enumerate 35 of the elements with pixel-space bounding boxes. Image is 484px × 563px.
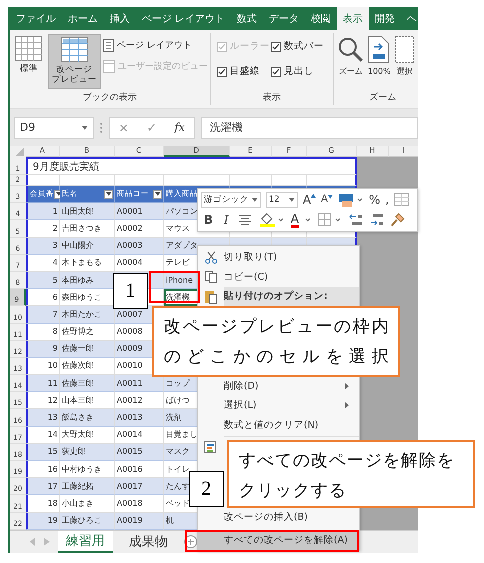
callout-text: 改ページプレビューの枠内のどこかのセルを選択 [152, 306, 400, 377]
group-label: ズーム [370, 92, 396, 105]
table-cell: 5 [26, 272, 60, 290]
table-cell: 工藤ひろこ [60, 512, 115, 530]
table-cell: 15 [26, 444, 60, 461]
table-cell: A0015 [115, 444, 164, 461]
table-cell: 17 [26, 478, 60, 496]
table-cell: A0019 [115, 512, 164, 530]
table-cell: 7 [26, 306, 60, 324]
table-cell: 飯島さき [60, 409, 115, 427]
table-cell: 19 [26, 512, 60, 530]
group-label: 表示 [263, 92, 281, 105]
table-cell: A0011 [115, 375, 164, 392]
callout-text: すべての改ページを解除をクリックする [227, 440, 475, 508]
table-cell: 佐藤三郎 [60, 375, 115, 392]
table-cell: 3 [26, 238, 60, 255]
sheet-title: 9月度販売実績 [26, 157, 357, 175]
table-cell: 木田たかこ [60, 306, 115, 324]
table-cell: 工藤紀拓 [60, 478, 115, 496]
table-cell: A0017 [115, 478, 164, 496]
group-label: ブックの表示 [83, 92, 137, 105]
table-cell: 1 [26, 203, 60, 220]
table-cell: 山田太郎 [60, 203, 115, 220]
table-cell: 佐藤一郎 [60, 340, 115, 358]
step-number: 1 [113, 273, 148, 309]
table-cell: A0001 [115, 203, 164, 220]
table-cell: A0003 [115, 238, 164, 255]
step-number: 2 [189, 471, 224, 507]
table-cell: 11 [26, 375, 60, 392]
table-cell: 中山陽介 [60, 238, 115, 255]
table-cell: 本田ゆみ [60, 272, 115, 290]
table-cell: 荻史郎 [60, 444, 115, 461]
table-cell: 9 [26, 340, 60, 358]
table-cell: A0013 [115, 409, 164, 427]
table-cell: 13 [26, 409, 60, 427]
